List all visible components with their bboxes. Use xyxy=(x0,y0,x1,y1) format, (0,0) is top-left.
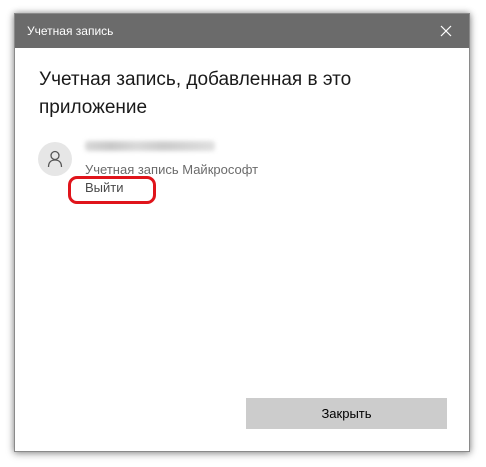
account-dialog: Учетная запись Учетная запись, добавленн… xyxy=(14,13,470,452)
person-icon xyxy=(47,150,63,168)
window-title: Учетная запись xyxy=(27,24,114,38)
sign-out-link[interactable]: Выйти xyxy=(85,180,124,195)
account-type-label: Учетная запись Майкрософт xyxy=(85,162,259,177)
title-bar[interactable]: Учетная запись xyxy=(15,14,469,48)
close-icon xyxy=(440,25,452,37)
account-email-blurred xyxy=(85,141,215,151)
page-title: Учетная запись, добавленная в это прилож… xyxy=(39,69,352,118)
close-button[interactable]: Закрыть xyxy=(246,398,447,429)
avatar xyxy=(38,142,72,176)
close-window-button[interactable] xyxy=(423,14,469,48)
